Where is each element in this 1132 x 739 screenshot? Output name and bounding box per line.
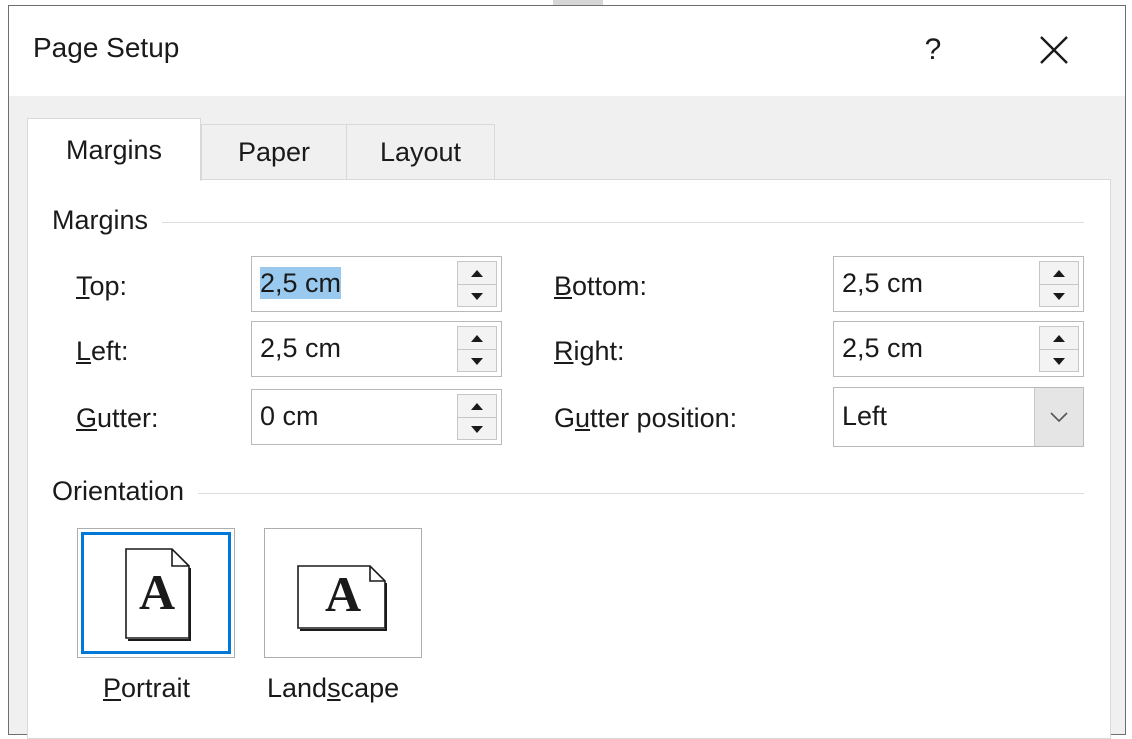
portrait-button[interactable]: A [77,528,235,658]
orientation-group-divider [52,493,1084,494]
spin-down-icon[interactable] [458,285,496,307]
gutter-position-label-key: u [575,403,591,433]
top-label-key: T [76,271,90,301]
right-margin-spin-buttons[interactable] [1039,326,1079,372]
margins-group-divider [52,222,1084,223]
dialog-title: Page Setup [33,32,180,63]
spin-down-icon[interactable] [1040,285,1078,307]
left-label-key: L [76,336,92,366]
bottom-label: Bottom: [554,271,647,302]
title-bar: Page Setup ? [9,6,1125,96]
help-button[interactable]: ? [909,24,957,76]
orientation-group-label: Orientation [52,476,199,507]
top-margin-value[interactable]: 2,5 cm [260,267,342,299]
gutter-label-rest: utter: [97,403,159,433]
left-margin-spinner[interactable]: 2,5 cm [251,321,502,377]
portrait-glyph: A [138,564,176,620]
spin-down-icon[interactable] [458,418,496,440]
right-margin-value[interactable]: 2,5 cm [842,332,923,364]
dropdown-button[interactable] [1034,388,1083,446]
landscape-caption: Landscape [267,673,399,704]
gutter-position-value: Left [842,401,888,431]
tab-layout-label: Layout [379,137,462,167]
bottom-margin-spin-buttons[interactable] [1039,261,1079,307]
gutter-position-label-pre: G [554,403,576,433]
spin-up-icon[interactable] [1040,262,1078,285]
gutter-label: Gutter: [76,403,159,434]
portrait-caption-rest: ortrait [121,673,191,703]
left-margin-spin-buttons[interactable] [457,326,497,372]
right-label-key: R [554,336,574,366]
bottom-margin-spinner[interactable]: 2,5 cm [833,256,1084,312]
gutter-spin-buttons[interactable] [457,394,497,440]
tab-margins-label: Margins [65,134,163,165]
tab-paper-label: Paper [237,137,311,167]
top-label: Top: [76,271,127,302]
landscape-caption-pre: Land [267,673,328,703]
right-label: Right: [554,336,625,367]
tab-paper[interactable]: Paper [201,124,347,180]
tab-layout[interactable]: Layout [346,124,495,180]
spin-up-icon[interactable] [1040,327,1078,350]
spin-up-icon[interactable] [458,395,496,418]
right-margin-spinner[interactable]: 2,5 cm [833,321,1084,377]
left-margin-value[interactable]: 2,5 cm [260,332,341,364]
gutter-position-select[interactable]: Left [833,387,1084,447]
close-button[interactable] [1024,24,1084,76]
landscape-button[interactable]: A [264,528,422,658]
bottom-margin-value[interactable]: 2,5 cm [842,267,923,299]
landscape-caption-key: s [327,673,341,703]
page-setup-dialog: Page Setup ? Margins Paper Layout Margin… [8,5,1126,739]
close-icon [1040,36,1068,64]
spin-up-icon[interactable] [458,327,496,350]
top-margin-spinner[interactable]: 2,5 cm [251,256,502,312]
top-label-rest: op: [89,271,128,301]
margins-group-label: Margins [52,205,163,236]
gutter-spinner[interactable]: 0 cm [251,389,502,445]
portrait-caption: Portrait [103,673,190,704]
right-label-rest: ight: [573,336,625,366]
tab-margins[interactable]: Margins [27,118,201,181]
spin-down-icon[interactable] [1040,350,1078,372]
chevron-down-icon [1050,412,1068,423]
left-label: Left: [76,336,129,367]
spin-up-icon[interactable] [458,262,496,285]
landscape-caption-rest: cape [340,673,400,703]
spin-down-icon[interactable] [458,350,496,372]
top-margin-spin-buttons[interactable] [457,261,497,307]
gutter-value[interactable]: 0 cm [260,400,319,432]
bottom-label-key: B [554,271,573,301]
bottom-label-rest: ottom: [572,271,648,301]
gutter-position-label: Gutter position: [554,403,737,434]
gutter-position-label-rest: tter position: [590,403,738,433]
gutter-label-key: G [76,403,98,433]
portrait-caption-key: P [103,673,122,703]
left-label-rest: eft: [91,336,129,366]
landscape-glyph: A [324,566,362,622]
